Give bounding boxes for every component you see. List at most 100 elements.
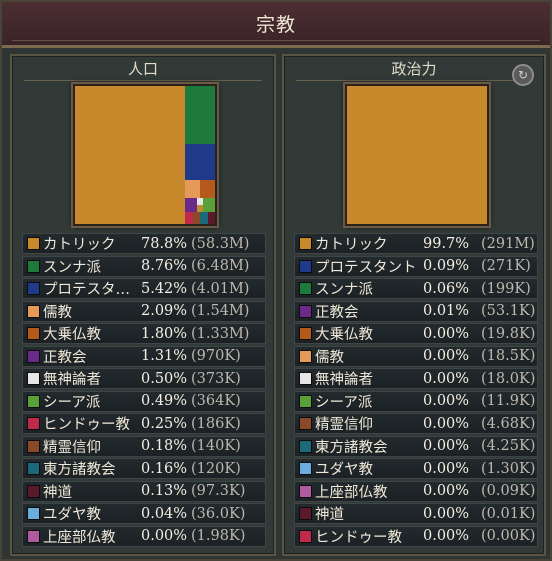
religion-color-swatch bbox=[27, 394, 40, 408]
religion-row[interactable]: 無神論者 0.50% (373K) bbox=[22, 368, 266, 389]
religion-absolute: (4.25K) bbox=[481, 438, 536, 454]
religion-row[interactable]: 大乗仏教 0.00% (19.8K) bbox=[294, 323, 538, 344]
religion-name: ユダヤ教 bbox=[43, 507, 101, 523]
religion-row[interactable]: シーア派 0.49% (364K) bbox=[22, 390, 266, 412]
religion-color-swatch bbox=[299, 304, 312, 318]
religion-name: 儒教 bbox=[315, 349, 344, 366]
political-power-treemap[interactable] bbox=[347, 86, 487, 224]
religion-percent: 0.00% bbox=[423, 370, 470, 387]
population-treemap[interactable] bbox=[75, 86, 215, 224]
political-power-panel: 政治力 ↻ カトリック 99.7% (291M) プロテスタント 0.09% (271K)… bbox=[282, 54, 546, 556]
religion-row[interactable]: 儒教 0.00% (18.5K) bbox=[294, 345, 538, 367]
religion-row[interactable]: 神道 0.13% (97.3K) bbox=[22, 480, 266, 502]
religion-percent: 0.49% bbox=[141, 393, 188, 409]
religion-color-swatch bbox=[27, 259, 40, 273]
religion-row[interactable]: ユダヤ教 0.00% (1.30K) bbox=[294, 458, 538, 479]
religion-percent: 2.09% bbox=[141, 303, 188, 319]
religion-absolute: (18.5K) bbox=[481, 348, 536, 364]
religion-name: 上座部仏教 bbox=[43, 529, 116, 546]
religion-absolute: (140K) bbox=[191, 438, 241, 454]
religion-row[interactable]: シーア派 0.00% (11.9K) bbox=[294, 390, 538, 412]
religion-name: 無神論者 bbox=[43, 372, 101, 388]
religion-absolute: (1.98K) bbox=[191, 528, 246, 544]
treemap-cell-catholic bbox=[75, 86, 185, 224]
cycle-icon[interactable]: ↻ bbox=[512, 64, 534, 86]
religion-absolute: (1.33M) bbox=[191, 325, 250, 342]
religion-percent: 78.8% bbox=[141, 235, 188, 252]
religion-absolute: (373K) bbox=[191, 370, 241, 387]
religion-row[interactable]: プロテスタ… 5.42% (4.01M) bbox=[22, 278, 266, 299]
religion-row[interactable]: 儒教 2.09% (1.54M) bbox=[22, 300, 266, 322]
religion-absolute: (53.1K) bbox=[481, 303, 536, 319]
religion-row[interactable]: 大乗仏教 1.80% (1.33M) bbox=[22, 323, 266, 344]
treemap-cell-shinto bbox=[208, 212, 215, 224]
religion-row[interactable]: スンナ派 0.06% (199K) bbox=[294, 278, 538, 299]
religion-row[interactable]: 上座部仏教 0.00% (0.09K) bbox=[294, 480, 538, 502]
religion-row[interactable]: カトリック 78.8% (58.3M) bbox=[22, 233, 266, 254]
religion-color-swatch bbox=[27, 237, 40, 250]
treemap-cell-sunni bbox=[185, 86, 215, 144]
treemap-cell-mahayana bbox=[200, 180, 215, 198]
treemap-cell-animism bbox=[193, 212, 200, 224]
religion-percent: 0.06% bbox=[423, 280, 470, 297]
religion-name: 神道 bbox=[43, 484, 72, 501]
population-panel-title: 人口 bbox=[12, 58, 274, 81]
religion-row[interactable]: ヒンドゥー教 0.00% (0.00K) bbox=[294, 525, 538, 547]
religion-absolute: (271K) bbox=[481, 258, 531, 274]
religion-row[interactable]: 正教会 0.01% (53.1K) bbox=[294, 300, 538, 322]
religion-row[interactable]: ユダヤ教 0.04% (36.0K) bbox=[22, 503, 266, 524]
religion-name: ヒンドゥー教 bbox=[43, 417, 130, 433]
political-power-treemap-frame bbox=[345, 84, 489, 226]
religion-color-swatch bbox=[299, 372, 312, 385]
religion-absolute: (291M) bbox=[481, 235, 535, 252]
religion-row[interactable]: 上座部仏教 0.00% (1.98K) bbox=[22, 525, 266, 547]
religion-percent: 1.31% bbox=[141, 348, 188, 364]
religion-percent: 0.01% bbox=[423, 303, 470, 319]
treemap-cell-hindu bbox=[185, 212, 193, 224]
treemap-cell-shia bbox=[203, 198, 215, 212]
religion-color-swatch bbox=[27, 304, 40, 318]
religion-name: ヒンドゥー教 bbox=[315, 529, 402, 546]
religion-color-swatch bbox=[27, 439, 40, 453]
religion-color-swatch bbox=[27, 349, 40, 363]
religion-row[interactable]: 無神論者 0.00% (18.0K) bbox=[294, 368, 538, 389]
religion-percent: 0.50% bbox=[141, 370, 188, 387]
religion-percent: 0.09% bbox=[423, 258, 470, 274]
religion-name: 精霊信仰 bbox=[43, 439, 101, 456]
religion-color-swatch bbox=[27, 462, 40, 475]
religion-row[interactable]: ヒンドゥー教 0.25% (186K) bbox=[22, 413, 266, 434]
religion-color-swatch bbox=[27, 507, 40, 520]
religion-row[interactable]: カトリック 99.7% (291M) bbox=[294, 233, 538, 254]
religion-color-swatch bbox=[299, 237, 312, 250]
religion-percent: 1.80% bbox=[141, 325, 188, 342]
title-underline bbox=[24, 80, 262, 81]
religion-color-swatch bbox=[299, 259, 312, 273]
religion-row[interactable]: 東方諸教会 0.00% (4.25K) bbox=[294, 435, 538, 457]
religion-row[interactable]: 精霊信仰 0.18% (140K) bbox=[22, 435, 266, 457]
religion-row[interactable]: 神道 0.00% (0.01K) bbox=[294, 503, 538, 524]
religion-row[interactable]: プロテスタント 0.09% (271K) bbox=[294, 255, 538, 277]
religion-absolute: (364K) bbox=[191, 393, 241, 409]
religion-row[interactable]: 精霊信仰 0.00% (4.68K) bbox=[294, 413, 538, 434]
religion-name: 神道 bbox=[315, 507, 344, 523]
religion-name: 精霊信仰 bbox=[315, 417, 373, 433]
religion-percent: 0.18% bbox=[141, 438, 188, 454]
religion-absolute: (4.68K) bbox=[481, 415, 536, 432]
religion-row[interactable]: 正教会 1.31% (970K) bbox=[22, 345, 266, 367]
title-bar: 宗教 bbox=[2, 2, 550, 48]
religion-absolute: (18.0K) bbox=[481, 370, 536, 387]
religion-absolute: (199K) bbox=[481, 280, 531, 297]
religion-absolute: (36.0K) bbox=[191, 505, 246, 522]
religion-row[interactable]: スンナ派 8.76% (6.48M) bbox=[22, 255, 266, 277]
religion-name: 上座部仏教 bbox=[315, 484, 388, 501]
religion-row[interactable]: 東方諸教会 0.16% (120K) bbox=[22, 458, 266, 479]
religion-absolute: (0.00K) bbox=[481, 528, 536, 544]
religion-percent: 0.00% bbox=[423, 393, 470, 409]
religion-absolute: (97.3K) bbox=[191, 483, 246, 499]
religion-color-swatch bbox=[27, 372, 40, 385]
religion-color-swatch bbox=[299, 484, 312, 498]
religion-color-swatch bbox=[299, 327, 312, 340]
title-divider bbox=[12, 40, 540, 41]
religion-color-swatch bbox=[299, 417, 312, 430]
religion-name: プロテスタント bbox=[315, 259, 417, 276]
